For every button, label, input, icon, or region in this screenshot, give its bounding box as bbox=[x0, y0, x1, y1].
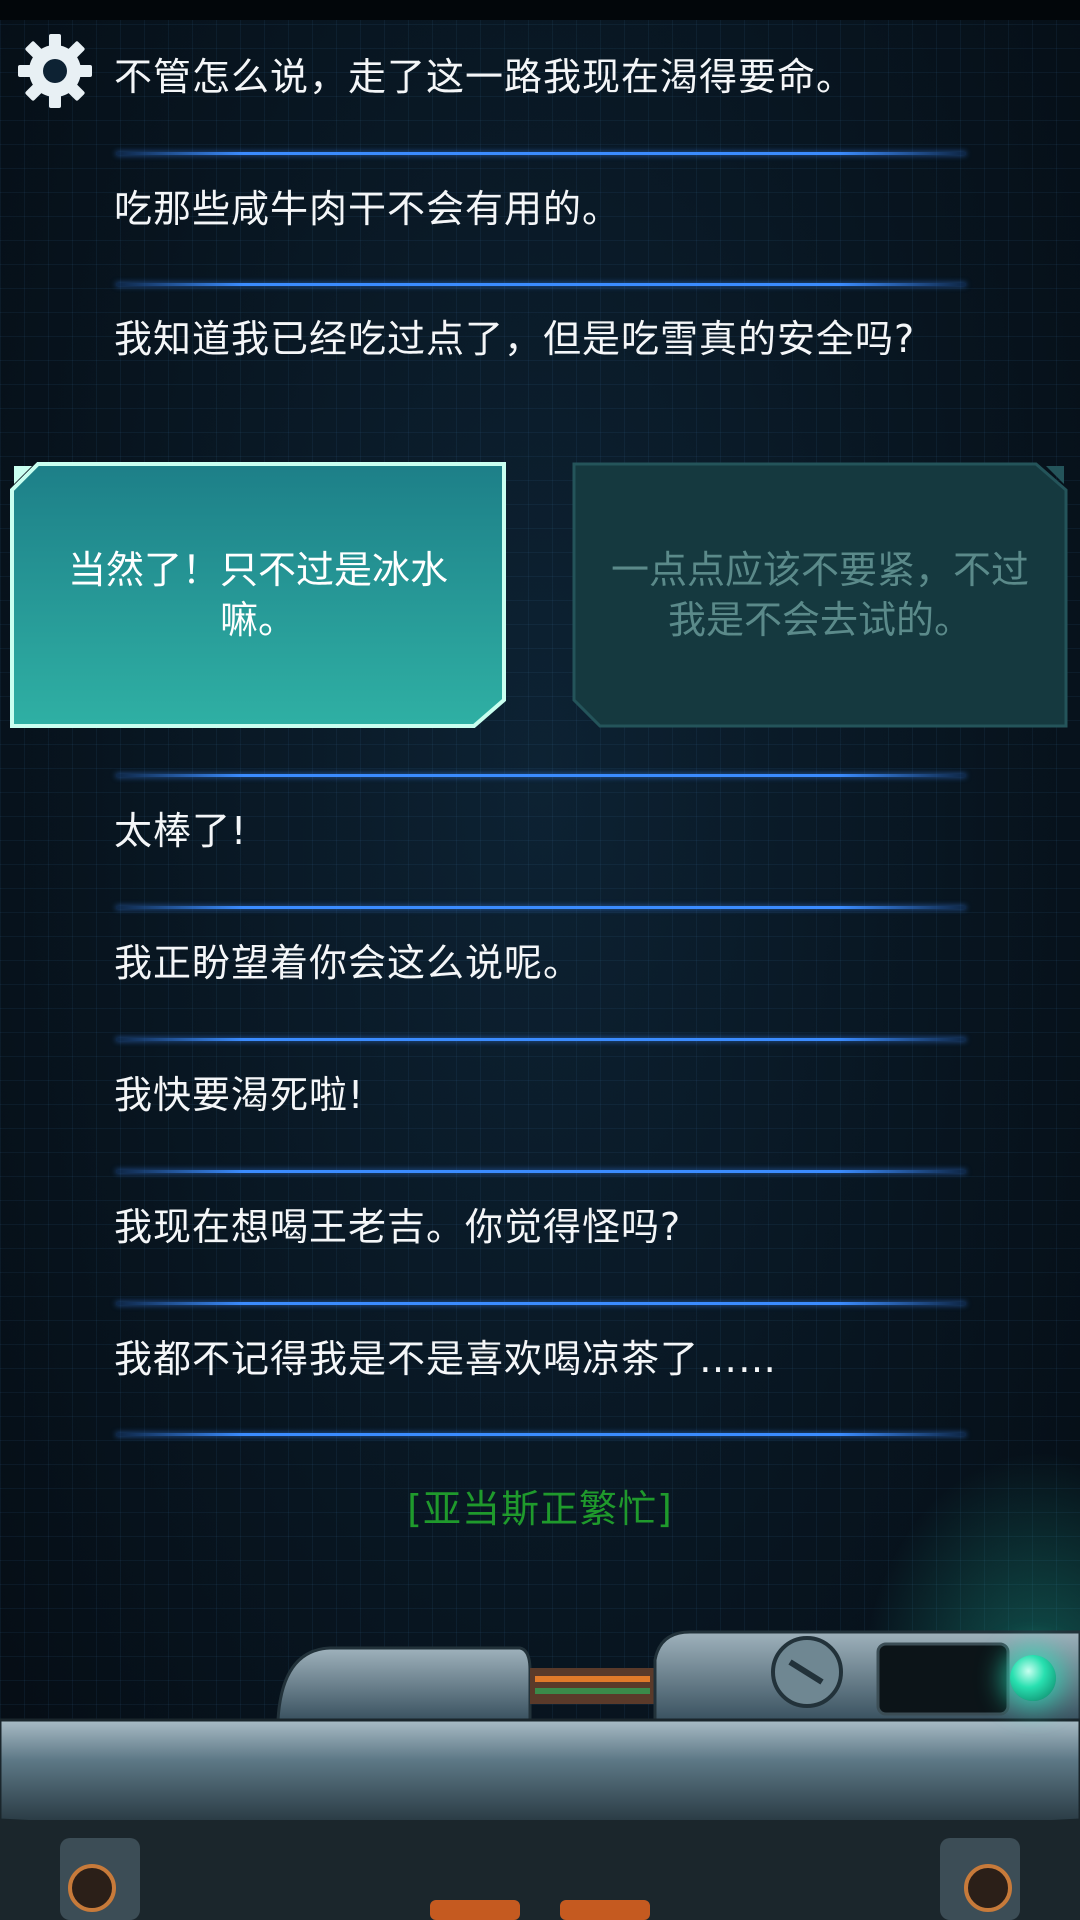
chat-message: 不管怎么说，走了这一路我现在渴得要命。 bbox=[114, 55, 856, 99]
divider bbox=[116, 906, 966, 909]
chat-message: 我现在想喝王老吉。你觉得怪吗? bbox=[114, 1205, 682, 1249]
chat-message: 我快要渴死啦! bbox=[114, 1073, 365, 1117]
chat-message: 吃那些咸牛肉干不会有用的。 bbox=[114, 187, 622, 231]
device-panel bbox=[0, 1630, 1080, 1920]
divider bbox=[116, 152, 966, 155]
reply-choice-wont-try[interactable]: 一点点应该不要紧，不过我是不会去试的。 bbox=[570, 460, 1070, 730]
divider bbox=[116, 1433, 966, 1436]
chat-message: 我正盼望着你会这么说呢。 bbox=[114, 941, 583, 985]
divider bbox=[116, 1302, 966, 1305]
choice-a-label: 当然了！只不过是冰水嘛。 bbox=[67, 548, 448, 642]
divider bbox=[116, 1170, 966, 1173]
choice-b-label: 一点点应该不要紧，不过我是不会去试的。 bbox=[610, 548, 1029, 642]
chat-message: 我知道我已经吃过点了，但是吃雪真的安全吗? bbox=[114, 317, 916, 361]
settings-gear-icon[interactable] bbox=[14, 30, 96, 112]
divider bbox=[116, 283, 966, 286]
reply-choice-ice-water[interactable]: 当然了！只不过是冰水嘛。 bbox=[8, 460, 508, 730]
status-led-icon bbox=[1010, 1655, 1056, 1701]
chat-message: 我都不记得我是不是喜欢喝凉茶了…… bbox=[114, 1337, 778, 1381]
status-bar bbox=[0, 0, 1080, 20]
divider bbox=[116, 1038, 966, 1041]
chat-message: 太棒了! bbox=[114, 809, 248, 853]
divider bbox=[116, 774, 966, 777]
